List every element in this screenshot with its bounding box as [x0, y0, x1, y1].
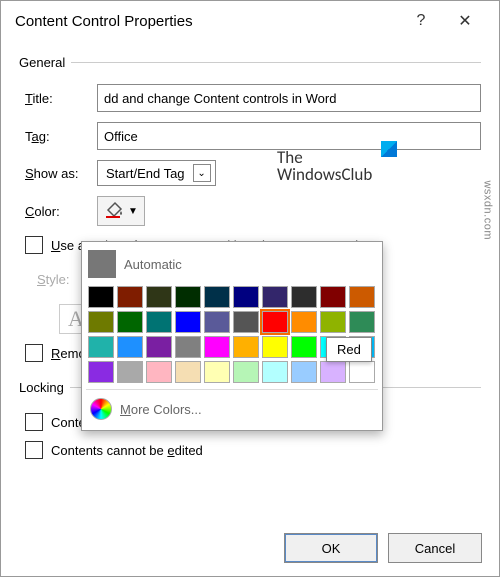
color-swatch[interactable] [320, 361, 346, 383]
cancel-button[interactable]: Cancel [388, 533, 482, 563]
dialog-body: General Title: Tag: Show as: Start/End T… [1, 41, 499, 485]
color-swatch[interactable] [233, 311, 259, 333]
color-swatch[interactable] [349, 361, 375, 383]
color-swatch[interactable] [204, 311, 230, 333]
color-swatch[interactable] [204, 286, 230, 308]
windowsclub-logo-icon [381, 141, 397, 157]
color-swatch[interactable] [262, 361, 288, 383]
color-swatch[interactable] [233, 361, 259, 383]
color-swatch[interactable] [88, 311, 114, 333]
label-showas: Show as: [19, 166, 89, 181]
color-swatch[interactable] [291, 286, 317, 308]
color-button[interactable]: ▼ [97, 196, 145, 226]
color-swatch[interactable] [117, 361, 143, 383]
label-tag: Tag: [19, 129, 89, 144]
color-swatch[interactable] [349, 286, 375, 308]
color-swatch[interactable] [146, 311, 172, 333]
paint-bucket-icon [104, 201, 124, 222]
color-swatch[interactable] [204, 336, 230, 358]
color-swatch[interactable] [291, 311, 317, 333]
automatic-swatch-icon [88, 250, 116, 278]
content-control-properties-dialog: Content Control Properties ? ✕ General T… [0, 0, 500, 577]
color-picker-popup: Automatic More Colors... Red [81, 241, 383, 431]
combo-showas-value: Start/End Tag [106, 166, 185, 181]
color-swatch[interactable] [88, 361, 114, 383]
dialog-title: Content Control Properties [15, 13, 399, 30]
more-colors-row[interactable]: More Colors... [86, 389, 378, 426]
row-tag: Tag: [19, 122, 481, 150]
color-swatch[interactable] [117, 336, 143, 358]
color-swatch[interactable] [262, 286, 288, 308]
color-swatch[interactable] [291, 361, 317, 383]
legend-locking: Locking [19, 380, 70, 395]
color-wheel-icon [90, 398, 112, 420]
color-swatch[interactable] [291, 336, 317, 358]
label-color: Color: [19, 204, 89, 219]
combo-showas[interactable]: Start/End Tag ⌄ [97, 160, 216, 186]
color-swatch[interactable] [175, 286, 201, 308]
close-button[interactable]: ✕ [443, 1, 487, 41]
color-swatch[interactable] [117, 311, 143, 333]
color-swatch[interactable] [320, 311, 346, 333]
color-swatch[interactable] [175, 311, 201, 333]
chevron-down-icon: ⌄ [193, 164, 211, 182]
titlebar: Content Control Properties ? ✕ [1, 1, 499, 41]
row-title: Title: [19, 84, 481, 112]
row-showas: Show as: Start/End Tag ⌄ [19, 160, 481, 186]
color-swatch[interactable] [175, 336, 201, 358]
ok-button[interactable]: OK [284, 533, 378, 563]
watermark: wsxdn.com [482, 180, 494, 240]
color-swatch[interactable] [262, 336, 288, 358]
color-swatch[interactable] [320, 286, 346, 308]
color-swatch[interactable] [233, 286, 259, 308]
input-title[interactable] [97, 84, 481, 112]
color-tooltip: Red [326, 337, 372, 362]
more-colors-label: More Colors... [120, 402, 202, 417]
color-swatch[interactable] [146, 336, 172, 358]
color-swatch[interactable] [262, 311, 288, 333]
color-swatch[interactable] [175, 361, 201, 383]
label-style: Style: [37, 272, 87, 287]
label-no-edit: Contents cannot be edited [51, 443, 203, 458]
color-swatch[interactable] [88, 336, 114, 358]
label-title: Title: [19, 91, 89, 106]
input-tag[interactable] [97, 122, 481, 150]
button-bar: OK Cancel [284, 533, 482, 563]
color-swatch[interactable] [146, 361, 172, 383]
checkbox-no-edit[interactable] [25, 441, 43, 459]
checkbox-remove[interactable] [25, 344, 43, 362]
color-grid [86, 284, 378, 385]
checkbox-use-style[interactable] [25, 236, 43, 254]
automatic-label: Automatic [124, 257, 182, 272]
color-swatch[interactable] [88, 286, 114, 308]
color-swatch[interactable] [349, 311, 375, 333]
help-button[interactable]: ? [399, 1, 443, 41]
row-no-edit: Contents cannot be edited [25, 441, 481, 459]
close-icon: ✕ [458, 11, 471, 31]
automatic-row[interactable]: Automatic [86, 246, 378, 284]
checkbox-no-delete[interactable] [25, 413, 43, 431]
row-color: Color: ▼ [19, 196, 481, 226]
dropdown-caret-icon: ▼ [128, 206, 138, 217]
color-swatch[interactable] [204, 361, 230, 383]
color-swatch[interactable] [233, 336, 259, 358]
legend-general: General [19, 55, 71, 70]
windowsclub-logo-text: The WindowsClub [277, 149, 372, 183]
color-swatch[interactable] [146, 286, 172, 308]
color-swatch[interactable] [117, 286, 143, 308]
